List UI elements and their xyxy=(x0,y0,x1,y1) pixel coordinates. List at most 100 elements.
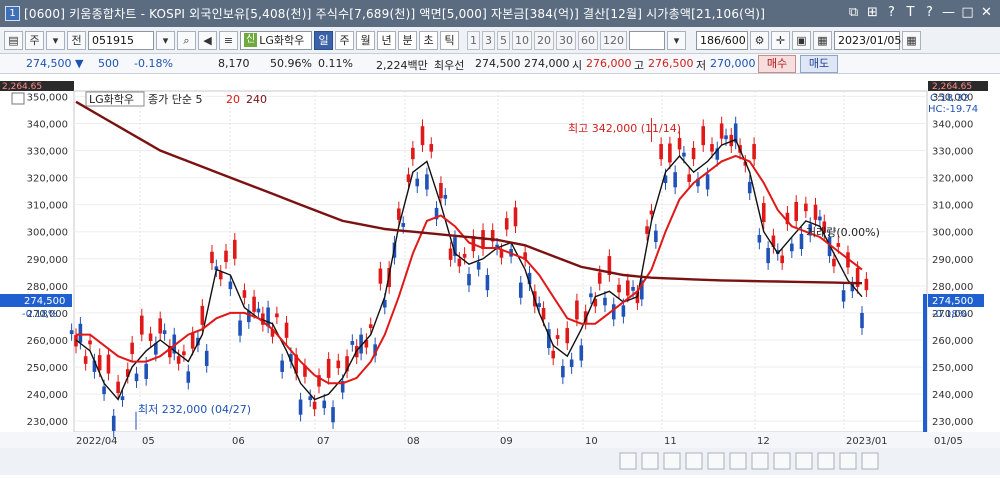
candle-body xyxy=(575,300,579,320)
close-icon[interactable]: ✕ xyxy=(979,4,994,21)
candle-body xyxy=(832,258,836,267)
tab-weekly[interactable]: 주 xyxy=(335,30,354,50)
y-tick-label-left: 260,000 xyxy=(27,336,68,347)
x-tick-label: 08 xyxy=(407,436,420,447)
tab-tick[interactable]: 틱 xyxy=(440,30,459,50)
bar-count-input[interactable]: 186/600 xyxy=(696,30,748,50)
candle-body xyxy=(144,363,148,379)
buy-button[interactable]: 매수 xyxy=(758,55,796,73)
bottom-tool-icon xyxy=(861,452,879,470)
current-rate-right: -0.18% xyxy=(932,309,967,320)
candle-body xyxy=(561,365,565,378)
current-price-tag-right-text: 274,500 xyxy=(932,296,973,307)
stock-code-input[interactable]: 051915 xyxy=(88,30,154,50)
candle-body xyxy=(448,248,453,260)
candle-body xyxy=(499,250,504,258)
change-rate: -0.18% xyxy=(134,57,173,70)
y-tick-label-left: 240,000 xyxy=(27,390,68,401)
interval-20[interactable]: 20 xyxy=(534,30,554,50)
all-button[interactable]: 전 xyxy=(67,30,86,50)
window-icon[interactable]: ⧉ xyxy=(846,4,861,21)
save-icon[interactable]: ▣ xyxy=(792,30,811,50)
candle-body xyxy=(569,359,574,368)
copy-icon[interactable]: ⊞ xyxy=(865,4,880,21)
candle-body xyxy=(284,322,289,338)
search-icon[interactable]: ⌕ xyxy=(177,30,196,50)
calendar-icon[interactable]: ▦ xyxy=(902,30,921,50)
chart-menu-icon[interactable] xyxy=(11,92,25,105)
text-icon[interactable]: T xyxy=(903,4,918,21)
y-tick-label-left: 230,000 xyxy=(27,417,68,428)
interval-120[interactable]: 120 xyxy=(600,30,627,50)
minimize-icon[interactable]: — xyxy=(941,4,956,21)
tab-daily[interactable]: 일 xyxy=(314,30,333,50)
price-chart-panel[interactable]: 2,264.65 2,264.65 350,000 340,000 330,000 3… xyxy=(0,74,1000,475)
price-chart[interactable]: 2,264.65 2,264.65 350,000340,000330,0003… xyxy=(0,74,1000,475)
print-icon[interactable]: ▦ xyxy=(813,30,832,50)
y-tick-label-right: 260,000 xyxy=(932,336,973,347)
x-tick-label: 11 xyxy=(664,436,677,447)
tab-yearly[interactable]: 년 xyxy=(377,30,396,50)
interval-3[interactable]: 3 xyxy=(482,30,495,50)
interval-30[interactable]: 30 xyxy=(556,30,576,50)
candle-body xyxy=(677,138,682,150)
interval-60[interactable]: 60 xyxy=(578,30,598,50)
sell-button[interactable]: 매도 xyxy=(800,55,838,73)
candle-body xyxy=(673,172,677,188)
candle-body xyxy=(701,126,706,146)
help-icon[interactable]: ? xyxy=(922,4,937,21)
candle-body xyxy=(541,308,546,320)
quote-bar: 274,500 ▼ 500 -0.18% 8,170 50.96% 0.11% … xyxy=(0,54,1000,74)
market-select[interactable]: 주 xyxy=(25,30,44,50)
candle-body xyxy=(860,312,864,329)
bottom-tool-icon xyxy=(619,452,637,470)
tab-minute[interactable]: 분 xyxy=(398,30,417,50)
candle-body xyxy=(411,147,415,160)
tab-monthly[interactable]: 월 xyxy=(356,30,375,50)
candle-body xyxy=(182,351,186,356)
interval-5[interactable]: 5 xyxy=(497,30,510,50)
volume-icon[interactable]: ◀ xyxy=(198,30,217,50)
candle-body xyxy=(439,183,443,199)
code-dropdown-icon[interactable]: ▾ xyxy=(156,30,175,50)
maximize-icon[interactable]: □ xyxy=(960,4,975,21)
interval-10[interactable]: 10 xyxy=(512,30,532,50)
candle-body xyxy=(513,207,518,227)
candle-body xyxy=(719,123,724,139)
kospi-overlay-value: 2,264.65 xyxy=(2,82,42,92)
list-icon[interactable]: ≡ xyxy=(219,30,238,50)
candle-body xyxy=(841,290,846,302)
candle-body xyxy=(200,305,205,325)
chevron-down-icon[interactable]: ▾ xyxy=(46,30,65,50)
y-tick-label-right: 250,000 xyxy=(932,363,973,374)
low-price: 270,000 xyxy=(710,57,756,70)
candle-body xyxy=(691,147,696,160)
tab-second[interactable]: 초 xyxy=(419,30,438,50)
candle-body xyxy=(724,135,728,140)
candle-body xyxy=(457,258,462,267)
y-tick-label-right: 290,000 xyxy=(932,255,973,266)
crosshair-c-value: C:18.32 xyxy=(930,93,969,104)
candle-body xyxy=(102,386,106,395)
candle-body xyxy=(420,126,425,146)
bottom-tool-icon xyxy=(663,452,681,470)
candle-body xyxy=(88,340,92,345)
interval-1[interactable]: 1 xyxy=(467,30,480,50)
candle-body xyxy=(659,144,663,160)
question-icon[interactable]: ? xyxy=(884,4,899,21)
settings-icon[interactable]: ⚙ xyxy=(750,30,769,50)
candle-body xyxy=(668,143,672,163)
scroll-indicator[interactable] xyxy=(923,294,927,432)
y-tick-label-left: 250,000 xyxy=(27,363,68,374)
date-input[interactable]: 2023/01/05 xyxy=(834,30,901,50)
window-number-badge: 1 xyxy=(5,6,20,21)
legend-ma20: 20 xyxy=(226,93,240,106)
interval-custom-input[interactable] xyxy=(629,30,665,50)
crosshair-icon[interactable]: ✛ xyxy=(771,30,790,50)
candle-body xyxy=(794,201,799,221)
interval-dropdown-icon[interactable]: ▾ xyxy=(667,30,686,50)
candle-body xyxy=(597,272,602,284)
grid-icon[interactable]: ▤ xyxy=(4,30,23,50)
stock-name-field[interactable]: 신 LG화학우 xyxy=(240,30,312,50)
candle-body xyxy=(579,345,584,361)
